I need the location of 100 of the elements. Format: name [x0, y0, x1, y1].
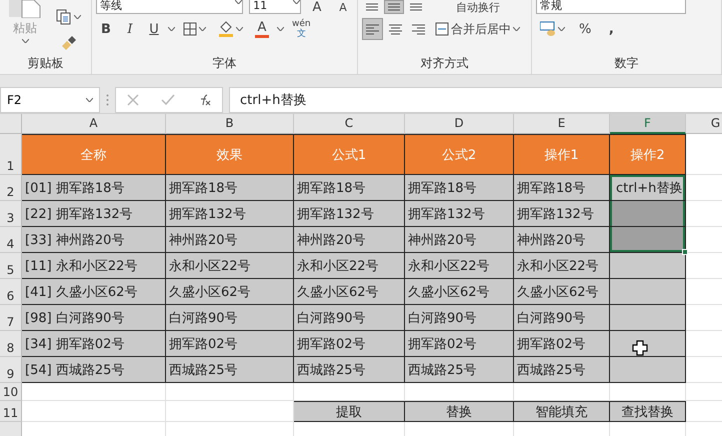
table-cell: 替换 [405, 401, 514, 422]
table-cell: [41] 久盛小区62号 [22, 279, 166, 305]
horizontal-align-button[interactable] [362, 18, 383, 40]
table-cell: 拥军路18号 [166, 175, 294, 201]
table-cell: 永和小区22号 [514, 253, 610, 279]
caret-icon [86, 98, 93, 102]
row-header[interactable]: 4 [0, 227, 22, 253]
name-box[interactable]: F2 [0, 87, 100, 113]
row-header[interactable]: 1 [0, 134, 22, 175]
table-cell: [33] 神州路20号 [22, 227, 166, 253]
column-header[interactable]: F [610, 114, 686, 134]
row-header[interactable]: 6 [0, 279, 22, 305]
align-icon [410, 3, 422, 11]
table-cell: 神州路20号 [294, 227, 405, 253]
caret-icon [293, 0, 300, 4]
percent-button[interactable]: % [575, 18, 596, 40]
merge-icon [435, 22, 449, 36]
table-cell: 拥军路18号 [294, 175, 405, 201]
table-cell: 拥军路02号 [405, 331, 514, 357]
table-cell: 白河路90号 [294, 305, 405, 331]
caret-icon [558, 27, 565, 31]
table-cell: 永和小区22号 [294, 253, 405, 279]
wrap-text-button[interactable]: 自动换行 [452, 0, 504, 14]
money-icon [540, 21, 556, 37]
caret-icon [22, 39, 28, 43]
table-cell: 拥军路132号 [514, 201, 610, 227]
column-header[interactable]: B [166, 114, 294, 134]
table-cell: 拥军路18号 [405, 175, 514, 201]
table-cell: 神州路20号 [405, 227, 514, 253]
color-bar-icon [255, 34, 269, 38]
underline-button[interactable]: U [144, 18, 164, 40]
vertical-align-button[interactable] [384, 0, 404, 14]
row-header[interactable]: 2 [0, 175, 22, 201]
caret-icon [277, 27, 284, 31]
column-header[interactable]: E [514, 114, 610, 134]
caret-icon [236, 27, 243, 31]
table-cell: 白河路90号 [514, 305, 610, 331]
table-cell: [01] 拥军路18号 [22, 175, 166, 201]
shrink-font-button[interactable]: A [333, 0, 353, 14]
table-cell: 久盛小区62号 [514, 279, 610, 305]
group-label: 数字 [614, 55, 640, 72]
align-icon [366, 24, 379, 34]
caret-icon [235, 0, 242, 4]
table-cell: 白河路90号 [166, 305, 294, 331]
row-header[interactable]: 8 [0, 331, 22, 357]
caret-icon [74, 15, 81, 19]
table-cell: 神州路20号 [166, 227, 294, 253]
fill-handle[interactable] [682, 249, 688, 255]
table-cell: 拥军路18号 [514, 175, 610, 201]
align-icon [389, 24, 402, 34]
table-cell: 提取 [294, 401, 405, 422]
grow-font-button[interactable]: A [307, 0, 327, 14]
column-header[interactable]: A [22, 114, 166, 134]
table-cell: [54] 西城路25号 [22, 357, 166, 383]
bold-button[interactable]: B [96, 18, 116, 40]
check-icon[interactable] [161, 94, 175, 106]
table-cell: 拥军路132号 [405, 201, 514, 227]
header-cell: 公式2 [405, 134, 514, 175]
phonetic-button[interactable]: wén 文 [288, 18, 315, 40]
caret-icon [199, 27, 206, 31]
row-header[interactable]: 5 [0, 253, 22, 279]
row-header[interactable]: 3 [0, 201, 22, 227]
table-cell: 拥军路132号 [166, 201, 294, 227]
table-cell: 拥军路02号 [166, 331, 294, 357]
row-header[interactable]: 11 [0, 401, 22, 422]
header-cell: 操作1 [514, 134, 610, 175]
table-cell: 智能填充 [514, 401, 610, 422]
font-color-button[interactable]: A [251, 18, 273, 40]
header-cell: 公式1 [294, 134, 405, 175]
header-cell: 效果 [166, 134, 294, 175]
font-name-field[interactable]: 等线 [96, 0, 244, 14]
comma-button[interactable]: , [601, 18, 622, 40]
table-cell: 白河路90号 [405, 305, 514, 331]
column-header[interactable]: G [686, 114, 722, 134]
formula-field[interactable]: ctrl+h替换 [229, 87, 722, 113]
column-header[interactable]: C [294, 114, 405, 134]
paint-bucket-icon [218, 21, 234, 37]
group-label: 字体 [212, 55, 238, 72]
table-cell: 查找替换 [610, 401, 686, 422]
row-header[interactable]: 10 [0, 383, 22, 401]
table-cell: ctrl+h替换 [610, 175, 686, 201]
brush-icon [60, 36, 76, 50]
table-cell: 久盛小区62号 [166, 279, 294, 305]
table-cell: [11] 永和小区22号 [22, 253, 166, 279]
italic-button[interactable]: I [120, 18, 140, 40]
table-cell: 拥军路132号 [294, 201, 405, 227]
row-header[interactable]: 7 [0, 305, 22, 331]
align-icon [366, 3, 378, 11]
column-header[interactable]: D [405, 114, 514, 134]
number-format-field[interactable]: 常规 [536, 0, 686, 14]
table-cell: 西城路25号 [166, 357, 294, 383]
row-header[interactable]: 9 [0, 357, 22, 383]
group-label: 剪贴板 [26, 55, 64, 72]
copy-icon [56, 9, 72, 25]
table-cell: 神州路20号 [514, 227, 610, 253]
grip-icon [106, 94, 109, 106]
font-size-field[interactable]: 11 [249, 0, 301, 14]
merge-center-button[interactable]: 合并后居中 [431, 18, 524, 40]
table-cell: 久盛小区62号 [405, 279, 514, 305]
table-cell: [34] 拥军路02号 [22, 331, 166, 357]
